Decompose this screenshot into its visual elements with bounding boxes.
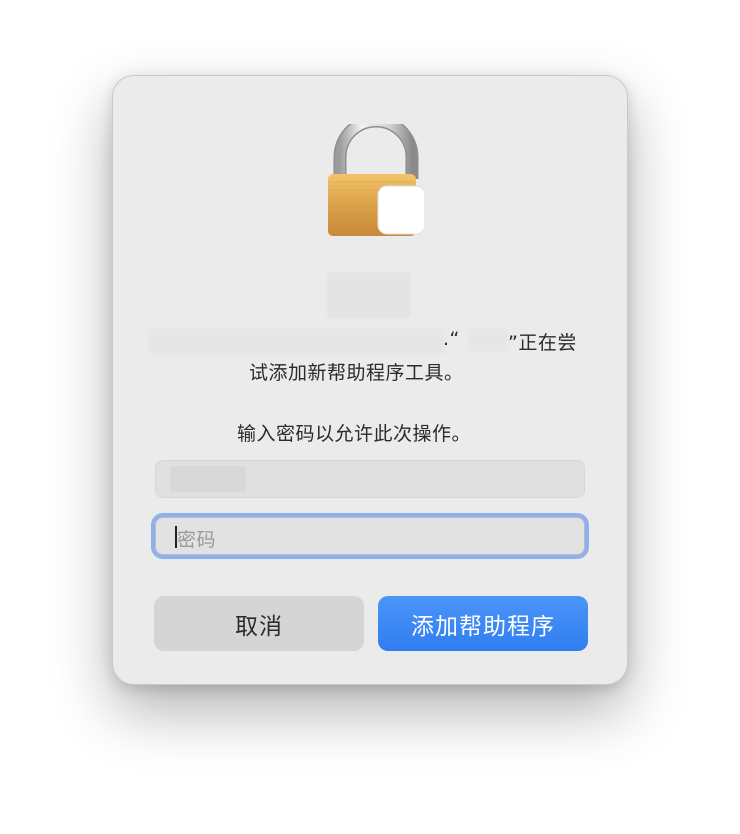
message-line2: 试添加新帮助程序工具。 xyxy=(249,362,464,384)
username-value-redacted xyxy=(170,466,246,492)
padlock-icon xyxy=(328,124,426,236)
message-line1-prefix: .“ xyxy=(443,328,460,350)
cancel-button[interactable]: 取消 xyxy=(154,596,364,651)
password-prompt: 输入密码以允许此次操作。 xyxy=(237,423,472,445)
requester-name-redacted xyxy=(149,328,445,354)
username-field[interactable] xyxy=(155,460,585,498)
password-placeholder: 密码 xyxy=(177,529,217,551)
password-field[interactable]: 密码 xyxy=(155,517,585,555)
add-helper-button[interactable]: 添加帮助程序 xyxy=(378,596,588,651)
message-line1-suffix: ”正在尝 xyxy=(508,332,577,354)
helper-name-redacted xyxy=(468,328,508,352)
authorization-dialog: .“ ”正在尝 试添加新帮助程序工具。 输入密码以允许此次操作。 密码 取消 添… xyxy=(112,75,628,685)
app-name-redacted xyxy=(327,272,411,318)
